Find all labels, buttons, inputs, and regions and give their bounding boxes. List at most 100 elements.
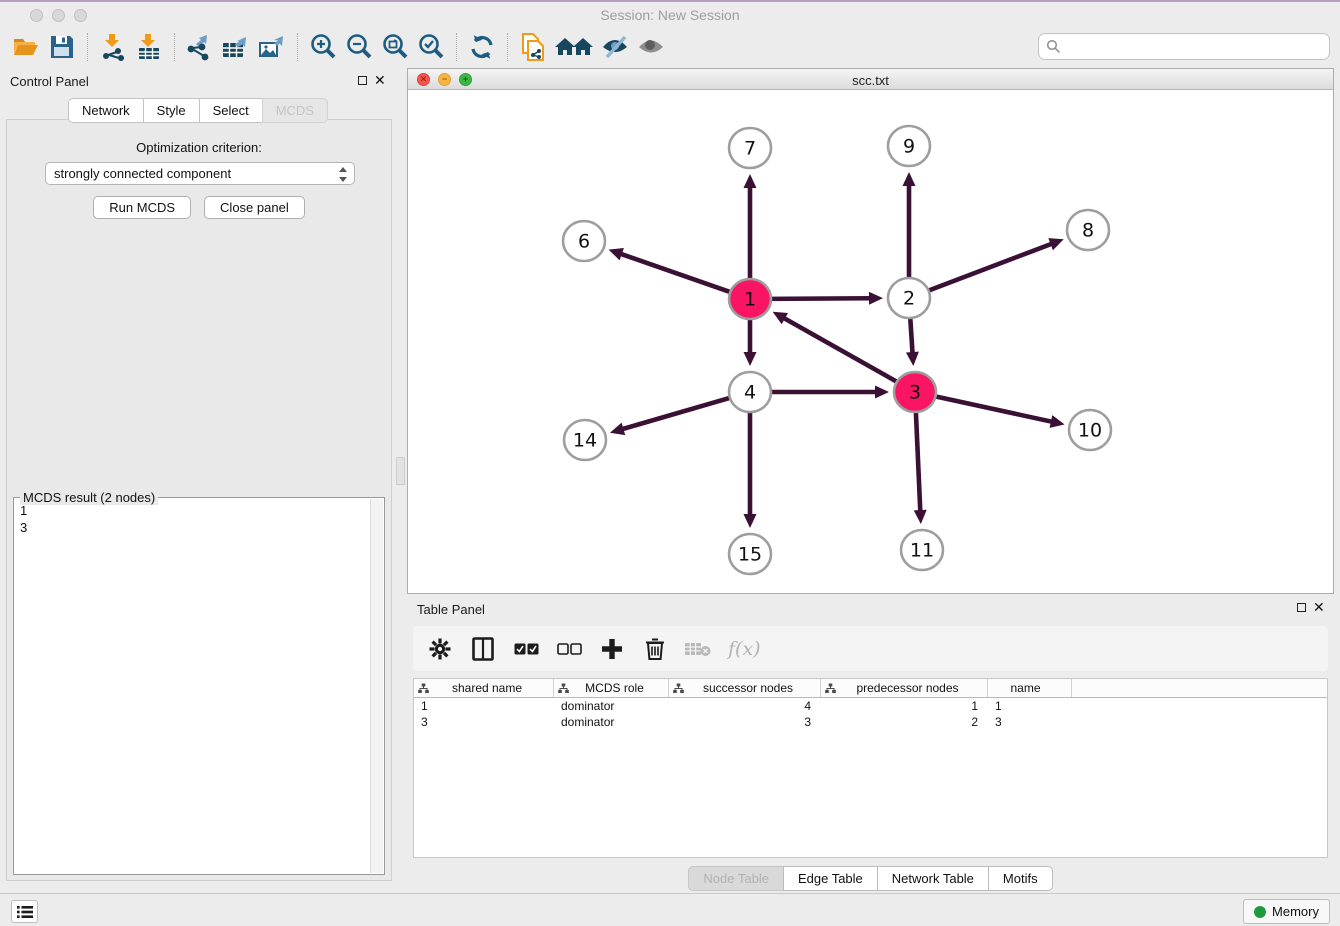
copy-network-icon[interactable]	[515, 31, 551, 63]
close-table-panel-icon[interactable]: ✕	[1313, 603, 1325, 612]
graph-node-10[interactable]: 10	[1069, 410, 1111, 450]
tab-network-table[interactable]: Network Table	[877, 866, 988, 891]
float-table-panel-icon[interactable]	[1297, 603, 1306, 612]
float-panel-icon[interactable]	[358, 76, 367, 85]
zoom-selected-icon[interactable]	[413, 31, 449, 63]
table-cell[interactable]: 3	[988, 715, 1072, 729]
table-cell[interactable]: 1	[821, 699, 988, 713]
zoom-out-icon[interactable]	[341, 31, 377, 63]
deselect-all-icon[interactable]	[556, 636, 582, 662]
show-details-icon[interactable]	[633, 31, 669, 63]
edge-3-1[interactable]	[783, 318, 898, 383]
table-cell[interactable]: 3	[414, 715, 554, 729]
column-header-shared-name[interactable]: shared name	[414, 679, 554, 697]
import-table-icon[interactable]	[131, 31, 167, 63]
edge-1-2[interactable]	[769, 298, 871, 299]
search-icon	[1046, 39, 1061, 54]
column-header-successor-nodes[interactable]: successor nodes	[669, 679, 821, 697]
import-network-icon[interactable]	[95, 31, 131, 63]
export-table-icon[interactable]	[218, 31, 254, 63]
table-cell[interactable]: 1	[988, 699, 1072, 713]
graph-node-15[interactable]: 15	[729, 534, 771, 574]
column-header-MCDS-role[interactable]: MCDS role	[554, 679, 669, 697]
edge-arrowhead	[875, 386, 889, 399]
table-cell[interactable]: 2	[821, 715, 988, 729]
save-icon[interactable]	[44, 31, 80, 63]
tab-motifs[interactable]: Motifs	[988, 866, 1053, 891]
table-row[interactable]: 1dominator411	[414, 698, 1327, 714]
table-cell[interactable]: 1	[414, 699, 554, 713]
graph-node-4[interactable]: 4	[729, 372, 771, 412]
close-panel-icon[interactable]: ✕	[374, 76, 386, 85]
column-header-predecessor-nodes[interactable]: predecessor nodes	[821, 679, 988, 697]
tab-style[interactable]: Style	[143, 98, 199, 123]
zoom-fit-icon[interactable]	[377, 31, 413, 63]
table-cell[interactable]: 4	[669, 699, 821, 713]
node-table[interactable]: shared nameMCDS rolesuccessor nodesprede…	[413, 678, 1328, 858]
column-label: shared name	[429, 681, 553, 695]
optimization-criterion-label: Optimization criterion:	[7, 140, 391, 155]
graph-node-3[interactable]: 3	[894, 372, 936, 412]
application-window: Session: New Session	[0, 0, 1340, 926]
task-history-button[interactable]	[11, 900, 38, 923]
edge-arrowhead	[744, 514, 757, 528]
graph-node-6[interactable]: 6	[563, 221, 605, 261]
edge-3-10[interactable]	[934, 396, 1053, 422]
zoom-in-icon[interactable]	[305, 31, 341, 63]
edge-1-6[interactable]	[620, 254, 732, 293]
graph-node-11[interactable]: 11	[901, 530, 943, 570]
tab-mcds[interactable]: MCDS	[262, 98, 328, 123]
edge-2-8[interactable]	[927, 243, 1053, 291]
export-network-icon[interactable]	[182, 31, 218, 63]
svg-text:10: 10	[1078, 420, 1102, 442]
delete-icon[interactable]	[642, 636, 668, 662]
tab-network[interactable]: Network	[68, 98, 143, 123]
run-mcds-button[interactable]: Run MCDS	[93, 196, 191, 219]
column-type-icon	[825, 683, 836, 694]
table-cell[interactable]: 3	[669, 715, 821, 729]
close-panel-button[interactable]: Close panel	[204, 196, 305, 219]
table-cell[interactable]: dominator	[554, 699, 669, 713]
search-input[interactable]	[1061, 39, 1329, 54]
control-panel-title: Control Panel	[10, 74, 89, 89]
network-window-titlebar[interactable]: ✕ − + scc.txt	[408, 69, 1333, 90]
hide-details-icon[interactable]	[597, 31, 633, 63]
add-column-icon[interactable]	[599, 636, 625, 662]
result-scrollbar[interactable]	[370, 499, 383, 873]
tab-select[interactable]: Select	[199, 98, 262, 123]
function-builder-icon[interactable]: f(x)	[728, 638, 761, 660]
memory-button[interactable]: Memory	[1243, 899, 1330, 924]
table-row[interactable]: 3dominator323	[414, 714, 1327, 730]
edge-arrowhead	[903, 172, 916, 186]
table-body: 1dominator4113dominator323	[414, 698, 1327, 730]
graph-node-9[interactable]: 9	[888, 126, 930, 166]
export-image-icon[interactable]	[254, 31, 290, 63]
table-cell[interactable]: dominator	[554, 715, 669, 729]
split-table-icon[interactable]	[470, 636, 496, 662]
toolbar-separator	[174, 33, 175, 61]
delete-table-icon[interactable]	[685, 636, 711, 662]
edge-2-3[interactable]	[910, 317, 912, 354]
graph-node-8[interactable]: 8	[1067, 210, 1109, 250]
network-window-title: scc.txt	[408, 73, 1333, 88]
graph-node-7[interactable]: 7	[729, 128, 771, 168]
edge-4-14[interactable]	[621, 397, 731, 429]
search-box[interactable]	[1038, 33, 1330, 60]
column-header-name[interactable]: name	[988, 679, 1072, 697]
tab-edge-table[interactable]: Edge Table	[783, 866, 877, 891]
tab-node-table[interactable]: Node Table	[688, 866, 783, 891]
panel-splitter-handle[interactable]	[396, 457, 405, 485]
home-icon[interactable]	[551, 31, 597, 63]
graph-node-2[interactable]: 2	[888, 278, 930, 318]
open-folder-icon[interactable]	[8, 31, 44, 63]
network-canvas[interactable]: 7 9 6 8 1 2 4 3 14 10 15 11	[408, 90, 1333, 593]
network-graph[interactable]: 7 9 6 8 1 2 4 3 14 10 15 11	[408, 90, 1333, 593]
gear-icon[interactable]	[427, 636, 453, 662]
statusbar: Memory	[0, 893, 1340, 926]
graph-node-1[interactable]: 1	[729, 279, 771, 319]
edge-3-11[interactable]	[916, 411, 920, 512]
refresh-icon[interactable]	[464, 31, 500, 63]
select-all-icon[interactable]	[513, 636, 539, 662]
graph-node-14[interactable]: 14	[564, 420, 606, 460]
optimization-criterion-select[interactable]: strongly connected component	[45, 162, 355, 185]
